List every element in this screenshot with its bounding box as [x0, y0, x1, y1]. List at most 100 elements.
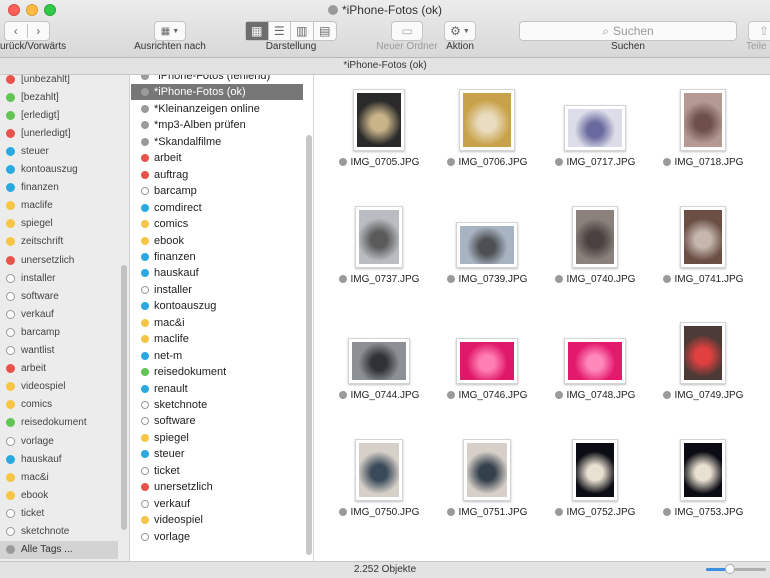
file-item[interactable]: IMG_0718.JPG: [649, 77, 757, 193]
icon-view-button[interactable]: ▦: [246, 22, 269, 40]
sidebar-tag-item[interactable]: wantlist: [0, 342, 118, 360]
tag-list-item[interactable]: unersetzlich: [131, 479, 303, 495]
tag-list-item[interactable]: renault: [131, 381, 303, 397]
tag-list-item[interactable]: vorlage: [131, 529, 303, 545]
tag-list-item[interactable]: maclife: [131, 331, 303, 347]
tag-list-item[interactable]: *mp3-Alben prüfen: [131, 117, 303, 133]
tag-list-item[interactable]: sketchnote: [131, 397, 303, 413]
file-thumbnail[interactable]: [564, 105, 626, 151]
sidebar-tag-item[interactable]: [bezahlt]: [0, 88, 118, 106]
file-thumbnail[interactable]: [564, 338, 626, 384]
forward-button[interactable]: ›: [28, 24, 50, 38]
share-button[interactable]: ⇧: [748, 21, 770, 41]
file-thumbnail[interactable]: [680, 205, 726, 268]
file-thumbnail[interactable]: [355, 438, 403, 501]
file-item[interactable]: IMG_0753.JPG: [649, 427, 757, 543]
file-thumbnail[interactable]: [463, 438, 511, 501]
file-item[interactable]: IMG_0751.JPG: [433, 427, 541, 543]
file-thumbnail[interactable]: [680, 438, 726, 501]
action-button[interactable]: ⚙ ▼: [444, 21, 476, 41]
icon-size-slider-knob[interactable]: [725, 564, 735, 574]
file-thumbnail[interactable]: [456, 221, 518, 268]
column-view-button[interactable]: ▥: [291, 22, 314, 40]
file-item[interactable]: IMG_0739.JPG: [433, 194, 541, 310]
tag-list-item[interactable]: spiegel: [131, 430, 303, 446]
tag-list-item[interactable]: barcamp: [131, 183, 303, 199]
file-item[interactable]: IMG_0741.JPG: [649, 194, 757, 310]
tag-list-item[interactable]: ticket: [131, 463, 303, 479]
sidebar-tag-item[interactable]: finanzen: [0, 179, 118, 197]
file-item[interactable]: IMG_0737.JPG: [325, 194, 433, 310]
sidebar-tag-item[interactable]: steuer: [0, 142, 118, 160]
tag-list-item[interactable]: auftrag: [131, 167, 303, 183]
sidebar-tag-item[interactable]: spiegel: [0, 215, 118, 233]
sidebar-tag-item[interactable]: hauskauf: [0, 450, 118, 468]
sidebar-tag-item[interactable]: kontoauszug: [0, 161, 118, 179]
sidebar-tag-item[interactable]: barcamp: [0, 323, 118, 341]
tag-list-item[interactable]: videospiel: [131, 512, 303, 528]
sidebar-tag-item[interactable]: software: [0, 287, 118, 305]
file-item[interactable]: IMG_0749.JPG: [649, 310, 757, 426]
file-thumbnail[interactable]: [680, 89, 726, 151]
arrange-button[interactable]: ▦ ▼: [154, 21, 186, 41]
sidebar-tag-item[interactable]: ebook: [0, 486, 118, 504]
tag-list-item[interactable]: steuer: [131, 446, 303, 462]
sidebar-tag-item[interactable]: [unbezahlt]: [0, 75, 118, 88]
sidebar-tag-item[interactable]: [erledigt]: [0, 106, 118, 124]
sidebar-tag-item[interactable]: zeitschrift: [0, 233, 118, 251]
tag-list-item[interactable]: hauskauf: [131, 265, 303, 281]
file-thumbnail[interactable]: [355, 205, 403, 268]
sidebar-tag-item[interactable]: arbeit: [0, 360, 118, 378]
list-view-button[interactable]: ☰: [269, 22, 291, 40]
tag-list-item[interactable]: comics: [131, 216, 303, 232]
file-thumbnail[interactable]: [348, 338, 410, 384]
search-field[interactable]: ⌕ Suchen: [519, 21, 737, 41]
sidebar-tag-item[interactable]: sketchnote: [0, 523, 118, 541]
sidebar-tag-item[interactable]: ticket: [0, 504, 118, 522]
sidebar-tag-item[interactable]: unersetzlich: [0, 251, 118, 269]
tag-list-item[interactable]: *iPhone-Fotos (fehlend): [131, 75, 303, 84]
sidebar-tag-item[interactable]: comics: [0, 396, 118, 414]
tag-list-item[interactable]: *iPhone-Fotos (ok): [131, 84, 303, 101]
tag-list-item[interactable]: finanzen: [131, 249, 303, 265]
sidebar-tag-item[interactable]: mac&i: [0, 468, 118, 486]
tag-list-item[interactable]: kontoauszug: [131, 298, 303, 314]
tag-list-item[interactable]: ebook: [131, 233, 303, 249]
file-item[interactable]: IMG_0717.JPG: [541, 77, 649, 193]
sidebar-tag-item[interactable]: reisedokument: [0, 414, 118, 432]
file-thumbnail[interactable]: [353, 89, 405, 151]
sidebar-tag-item[interactable]: verkauf: [0, 305, 118, 323]
sidebar-scrollbar[interactable]: [121, 265, 127, 530]
new-folder-button[interactable]: ▭: [391, 21, 423, 41]
sidebar-tag-item[interactable]: videospiel: [0, 378, 118, 396]
tags-column-scrollbar[interactable]: [306, 135, 312, 555]
back-button[interactable]: ‹: [5, 24, 28, 38]
tag-list-item[interactable]: software: [131, 413, 303, 429]
tag-list-item[interactable]: arbeit: [131, 150, 303, 166]
file-thumbnail[interactable]: [459, 89, 515, 151]
file-item[interactable]: IMG_0744.JPG: [325, 310, 433, 426]
file-item[interactable]: IMG_0750.JPG: [325, 427, 433, 543]
file-thumbnail[interactable]: [572, 438, 618, 501]
tag-list-item[interactable]: verkauf: [131, 496, 303, 512]
sidebar-tag-item[interactable]: maclife: [0, 197, 118, 215]
sidebar-tag-item[interactable]: [unerledigt]: [0, 124, 118, 142]
tag-list-item[interactable]: reisedokument: [131, 364, 303, 380]
tag-list-item[interactable]: *Kleinanzeigen online: [131, 101, 303, 117]
sidebar-tag-item[interactable]: installer: [0, 269, 118, 287]
file-thumbnail[interactable]: [680, 322, 726, 384]
sidebar-tag-item[interactable]: vorlage: [0, 432, 118, 450]
file-item[interactable]: IMG_0748.JPG: [541, 310, 649, 426]
sidebar-item-all-tags[interactable]: Alle Tags ...: [0, 540, 118, 559]
file-thumbnail[interactable]: [572, 205, 618, 268]
tag-list-item[interactable]: *Skandalfilme: [131, 134, 303, 150]
tag-list-item[interactable]: mac&i: [131, 315, 303, 331]
file-item[interactable]: IMG_0740.JPG: [541, 194, 649, 310]
file-item[interactable]: IMG_0752.JPG: [541, 427, 649, 543]
icon-size-slider[interactable]: [706, 564, 766, 574]
tag-list-item[interactable]: net-m: [131, 348, 303, 364]
cover-flow-button[interactable]: ▤: [314, 22, 336, 40]
tag-list-item[interactable]: installer: [131, 282, 303, 298]
file-item[interactable]: IMG_0705.JPG: [325, 77, 433, 193]
tag-list-item[interactable]: comdirect: [131, 200, 303, 216]
